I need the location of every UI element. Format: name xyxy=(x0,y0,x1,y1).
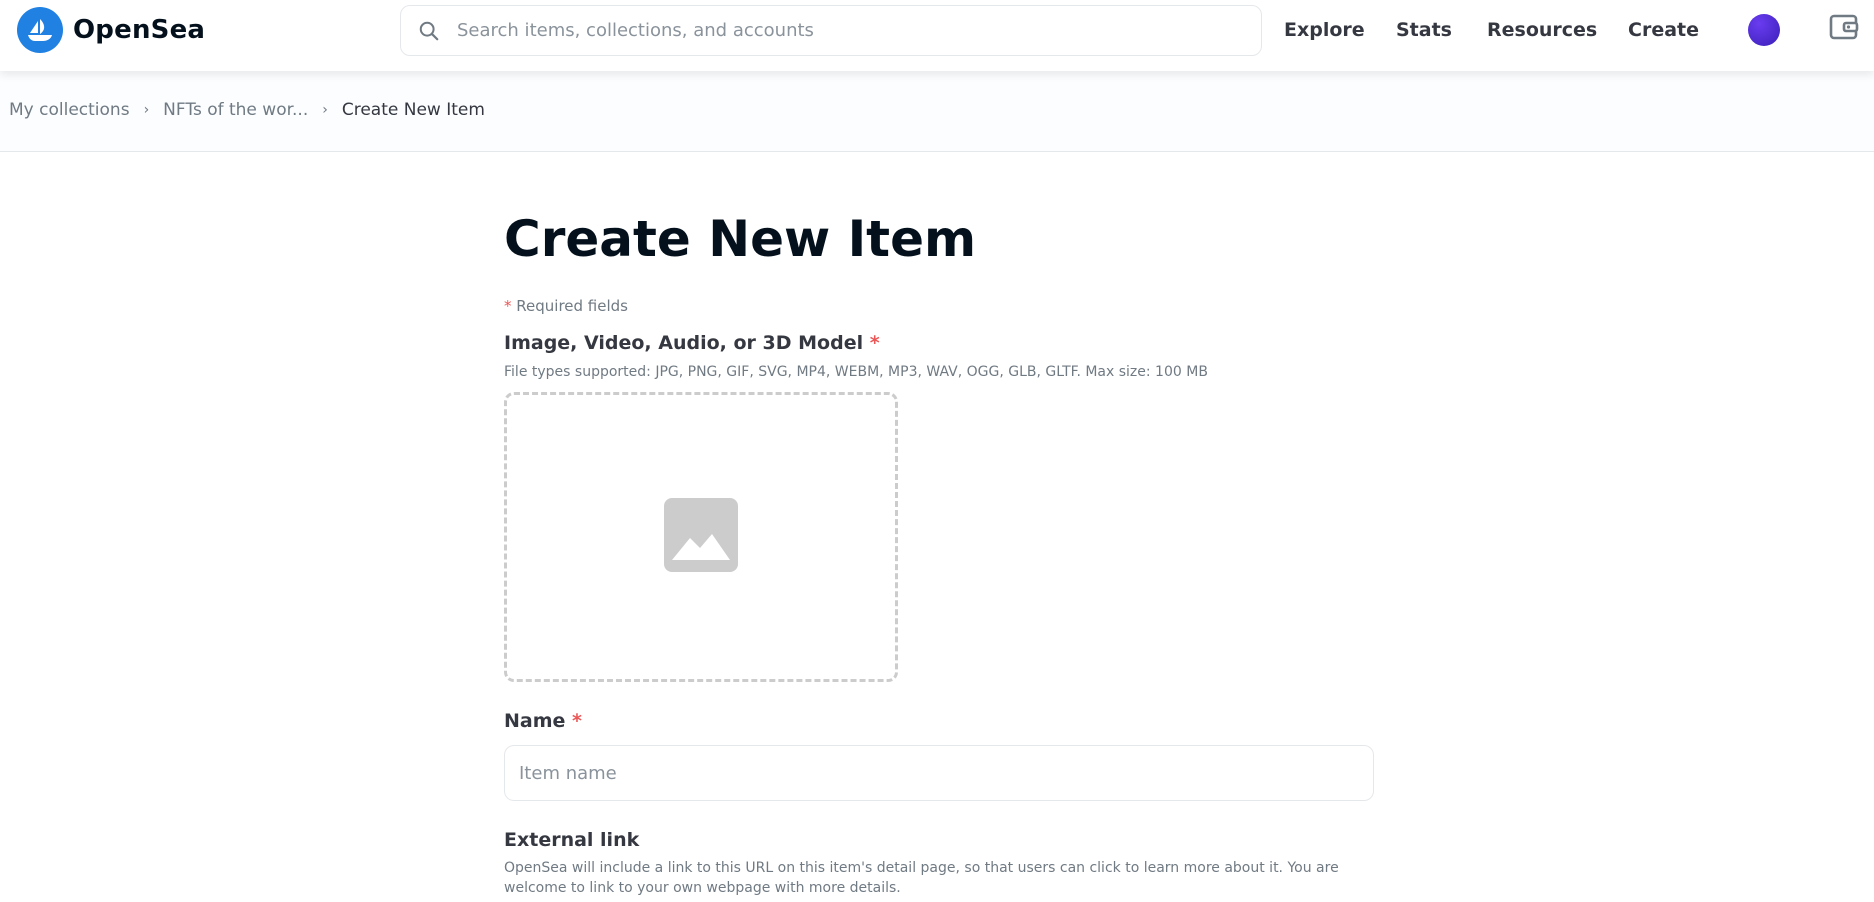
search-icon xyxy=(401,20,457,42)
nav-stats[interactable]: Stats xyxy=(1396,0,1452,60)
page-title: Create New Item xyxy=(504,210,977,268)
avatar[interactable] xyxy=(1748,14,1780,46)
breadcrumb-bar: My collections › NFTs of the wor... › Cr… xyxy=(0,71,1874,152)
required-fields-text: Required fields xyxy=(516,297,628,315)
image-placeholder-icon xyxy=(664,498,738,576)
search-input[interactable] xyxy=(457,6,1261,55)
breadcrumb-collection[interactable]: NFTs of the wor... xyxy=(163,100,308,120)
opensea-logo-icon xyxy=(17,7,63,53)
media-file-types-hint: File types supported: JPG, PNG, GIF, SVG… xyxy=(504,364,1208,380)
breadcrumb: My collections › NFTs of the wor... › Cr… xyxy=(9,100,485,120)
required-asterisk: * xyxy=(504,297,512,315)
required-asterisk: * xyxy=(869,332,880,354)
nav-resources[interactable]: Resources xyxy=(1487,0,1597,60)
opensea-home-link[interactable]: OpenSea xyxy=(17,7,205,53)
external-link-hint: OpenSea will include a link to this URL … xyxy=(504,860,1339,896)
name-field-label: Name * xyxy=(504,710,582,732)
name-label-text: Name xyxy=(504,710,566,732)
required-asterisk: * xyxy=(572,710,582,732)
brand-name: OpenSea xyxy=(73,15,206,45)
breadcrumb-current: Create New Item xyxy=(341,100,485,120)
media-upload-dropzone[interactable] xyxy=(504,392,898,682)
breadcrumb-my-collections[interactable]: My collections xyxy=(9,100,130,120)
search-bar[interactable] xyxy=(400,5,1262,56)
top-nav-bar: OpenSea Explore Stats Resources Create xyxy=(0,0,1874,71)
wallet-icon[interactable] xyxy=(1829,12,1859,46)
chevron-right-icon: › xyxy=(143,102,150,118)
external-link-label: External link xyxy=(504,829,640,851)
media-field-label: Image, Video, Audio, or 3D Model * xyxy=(504,332,880,354)
nav-create[interactable]: Create xyxy=(1628,0,1699,60)
item-name-input[interactable] xyxy=(504,745,1374,801)
media-label-text: Image, Video, Audio, or 3D Model xyxy=(504,332,864,354)
chevron-right-icon: › xyxy=(322,102,328,118)
nav-explore[interactable]: Explore xyxy=(1284,0,1365,60)
required-fields-note: * Required fields xyxy=(504,297,628,315)
